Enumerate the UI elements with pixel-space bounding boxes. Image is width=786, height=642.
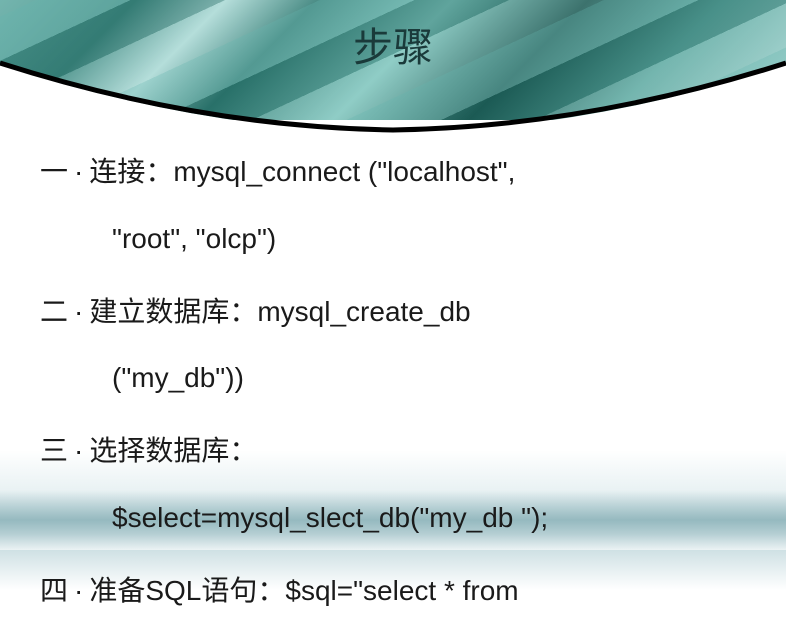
step-label: 准备SQL语句： <box>89 575 285 606</box>
step-item: 三·选择数据库： $select=mysql_slect_db("my_db "… <box>40 429 746 541</box>
step-label: 连接： <box>89 156 173 187</box>
bullet-dot: · <box>74 435 83 466</box>
step-code: mysql_connect ("localhost", <box>173 156 515 187</box>
step-label: 建立数据库： <box>89 296 257 327</box>
step-code-cont: $select=mysql_slect_db("my_db "); <box>112 496 746 541</box>
step-label: 选择数据库： <box>89 435 257 466</box>
step-code: $sql="select * from <box>285 575 518 606</box>
step-code-cont: ("my_db")) <box>112 356 746 401</box>
step-number: 四 <box>40 575 68 606</box>
step-item: 四·准备SQL语句：$sql="select * from <box>40 569 746 614</box>
step-number: 一 <box>40 156 68 187</box>
content-area: 一·连接：mysql_connect ("localhost", "root",… <box>40 150 746 642</box>
step-number: 三 <box>40 435 68 466</box>
step-item: 二·建立数据库：mysql_create_db ("my_db")) <box>40 290 746 402</box>
slide: 步骤 一·连接：mysql_connect ("localhost", "roo… <box>0 0 786 590</box>
step-item: 一·连接：mysql_connect ("localhost", "root",… <box>40 150 746 262</box>
slide-title: 步骤 <box>0 15 786 73</box>
bullet-dot: · <box>74 575 83 606</box>
step-code: mysql_create_db <box>257 296 470 327</box>
bullet-dot: · <box>74 156 83 187</box>
step-number: 二 <box>40 296 68 327</box>
step-code-cont: "root", "olcp") <box>112 217 746 262</box>
bullet-dot: · <box>74 296 83 327</box>
